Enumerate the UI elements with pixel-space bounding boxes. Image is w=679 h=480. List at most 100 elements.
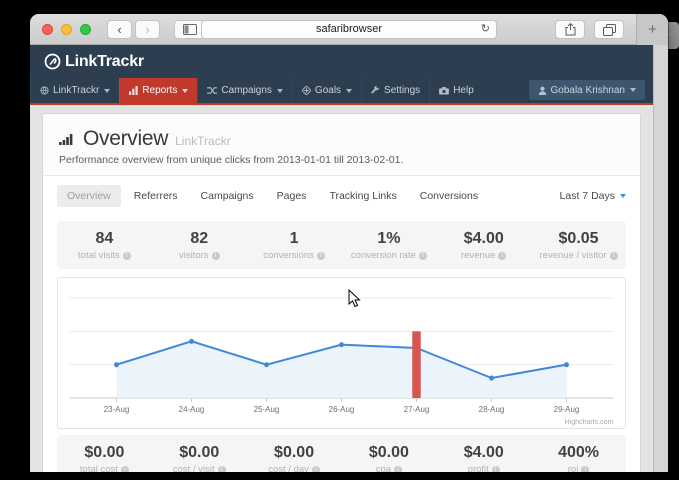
stat-conversions: 1 conversions bbox=[247, 230, 342, 261]
stat-cost-per-day: $0.00 cost / day bbox=[247, 444, 342, 472]
content-area: Overview LinkTrackr Performance overview… bbox=[30, 105, 653, 472]
stat-label: visitors bbox=[179, 250, 209, 261]
info-icon[interactable] bbox=[123, 252, 131, 260]
info-icon[interactable] bbox=[317, 252, 325, 260]
minimize-window-button[interactable] bbox=[61, 24, 72, 35]
user-menu[interactable]: Gobala Krishnan bbox=[529, 80, 646, 100]
info-icon[interactable] bbox=[492, 466, 500, 473]
chevron-down-icon bbox=[346, 89, 352, 93]
stat-label: conversion rate bbox=[351, 250, 416, 261]
stat-value: $4.00 bbox=[436, 444, 531, 462]
info-icon[interactable] bbox=[581, 466, 589, 473]
globe-icon bbox=[40, 86, 49, 95]
stat-value: 1% bbox=[341, 230, 436, 248]
svg-text:26-Aug: 26-Aug bbox=[329, 405, 355, 414]
scrollbar[interactable] bbox=[653, 45, 668, 472]
stat-visitors: 82 visitors bbox=[152, 230, 247, 261]
date-range-label: Last 7 Days bbox=[560, 190, 615, 202]
address-bar[interactable]: safaribrowser ↻ bbox=[201, 20, 497, 39]
back-button[interactable]: ‹ bbox=[107, 20, 132, 39]
nav-item-campaigns[interactable]: Campaigns bbox=[197, 78, 292, 103]
stat-conversion-rate: 1% conversion rate bbox=[341, 230, 436, 261]
info-icon[interactable] bbox=[212, 252, 220, 260]
visits-chart-card[interactable]: 23-Aug24-Aug25-Aug26-Aug27-Aug28-Aug29-A… bbox=[57, 277, 626, 429]
date-range-selector[interactable]: Last 7 Days bbox=[560, 190, 626, 202]
stats-band-top: 84 total visits 82 visitors 1 conversion… bbox=[57, 221, 626, 269]
stat-value: $0.00 bbox=[341, 444, 436, 462]
tab-pages[interactable]: Pages bbox=[267, 185, 317, 207]
forward-button[interactable]: › bbox=[135, 20, 160, 39]
info-icon[interactable] bbox=[312, 466, 320, 473]
tab-conversions[interactable]: Conversions bbox=[410, 185, 488, 207]
chevron-down-icon bbox=[277, 89, 283, 93]
show-all-tabs-button[interactable] bbox=[594, 20, 624, 39]
wrench-icon bbox=[371, 86, 380, 95]
stat-label: revenue / visitor bbox=[540, 250, 607, 261]
stat-value: 82 bbox=[152, 230, 247, 248]
nav-item-help[interactable]: Help bbox=[429, 78, 483, 103]
share-button[interactable] bbox=[555, 20, 585, 39]
tabs-overview-icon bbox=[603, 24, 616, 36]
tab-referrers[interactable]: Referrers bbox=[124, 185, 188, 207]
nav-label: Campaigns bbox=[221, 85, 272, 96]
page-content: LinkTrackr LinkTrackr bbox=[30, 45, 653, 472]
nav-item-goals[interactable]: Goals bbox=[292, 78, 361, 103]
info-icon[interactable] bbox=[419, 252, 427, 260]
stat-revenue-per-visitor: $0.05 revenue / visitor bbox=[531, 230, 626, 261]
tab-campaigns[interactable]: Campaigns bbox=[191, 185, 264, 207]
nav-item-settings[interactable]: Settings bbox=[361, 78, 429, 103]
stat-value: 84 bbox=[57, 230, 152, 248]
stat-profit: $4.00 profit bbox=[436, 444, 531, 472]
reload-icon[interactable]: ↻ bbox=[481, 21, 490, 38]
logo-text: LinkTrackr bbox=[65, 53, 144, 71]
zoom-window-button[interactable] bbox=[80, 24, 91, 35]
stat-total-cost: $0.00 total cost bbox=[57, 444, 152, 472]
chevron-down-icon bbox=[182, 89, 188, 93]
nav-label: Goals bbox=[315, 85, 341, 96]
traffic-lights bbox=[42, 24, 91, 35]
info-icon[interactable] bbox=[121, 466, 129, 473]
sidebar-icon bbox=[183, 24, 197, 35]
address-bar-text: safaribrowser bbox=[316, 23, 382, 35]
chevron-down-icon bbox=[630, 88, 636, 92]
stat-value: $0.00 bbox=[152, 444, 247, 462]
info-icon[interactable] bbox=[394, 466, 402, 473]
stat-label: cost / day bbox=[268, 464, 309, 472]
linktrackr-logo[interactable]: LinkTrackr bbox=[44, 53, 144, 71]
back-icon: ‹ bbox=[117, 23, 121, 36]
forward-icon: › bbox=[145, 23, 149, 36]
close-window-button[interactable] bbox=[42, 24, 53, 35]
browser-titlebar: ‹ › safaribrowser ↻ bbox=[30, 14, 668, 45]
stat-total-visits: 84 total visits bbox=[57, 230, 152, 261]
stat-label: roi bbox=[568, 464, 579, 472]
info-icon[interactable] bbox=[218, 466, 226, 473]
stat-value: $4.00 bbox=[436, 230, 531, 248]
nav-item-linktrackr[interactable]: LinkTrackr bbox=[30, 78, 119, 103]
svg-text:28-Aug: 28-Aug bbox=[479, 405, 505, 414]
info-icon[interactable] bbox=[610, 252, 618, 260]
nav-item-reports[interactable]: Reports bbox=[119, 78, 197, 103]
visits-chart[interactable]: 23-Aug24-Aug25-Aug26-Aug27-Aug28-Aug29-A… bbox=[64, 284, 619, 428]
nav-label: Reports bbox=[142, 85, 177, 96]
nav-label: LinkTrackr bbox=[53, 85, 99, 96]
user-icon bbox=[538, 86, 547, 95]
nav-label: Settings bbox=[384, 85, 420, 96]
stat-label: cpa bbox=[376, 464, 391, 472]
tab-overview[interactable]: Overview bbox=[57, 185, 121, 207]
overview-card: Overview LinkTrackr Performance overview… bbox=[42, 113, 641, 472]
card-header: Overview LinkTrackr Performance overview… bbox=[43, 114, 640, 176]
chevron-down-icon bbox=[620, 194, 626, 198]
info-icon[interactable] bbox=[498, 252, 506, 260]
stat-label: total cost bbox=[80, 464, 118, 472]
page-subtitle: Performance overview from unique clicks … bbox=[59, 154, 624, 166]
svg-text:27-Aug: 27-Aug bbox=[404, 405, 430, 414]
stat-value: $0.00 bbox=[57, 444, 152, 462]
stats-band-bottom: $0.00 total cost $0.00 cost / visit $0.0… bbox=[57, 435, 626, 472]
stat-value: 400% bbox=[531, 444, 626, 462]
tab-tracking-links[interactable]: Tracking Links bbox=[319, 185, 406, 207]
stat-cpa: $0.00 cpa bbox=[341, 444, 436, 472]
stat-roi: 400% roi bbox=[531, 444, 626, 472]
page-title: Overview bbox=[83, 127, 168, 151]
new-tab-button[interactable]: + bbox=[636, 14, 668, 45]
user-name: Gobala Krishnan bbox=[551, 85, 626, 96]
